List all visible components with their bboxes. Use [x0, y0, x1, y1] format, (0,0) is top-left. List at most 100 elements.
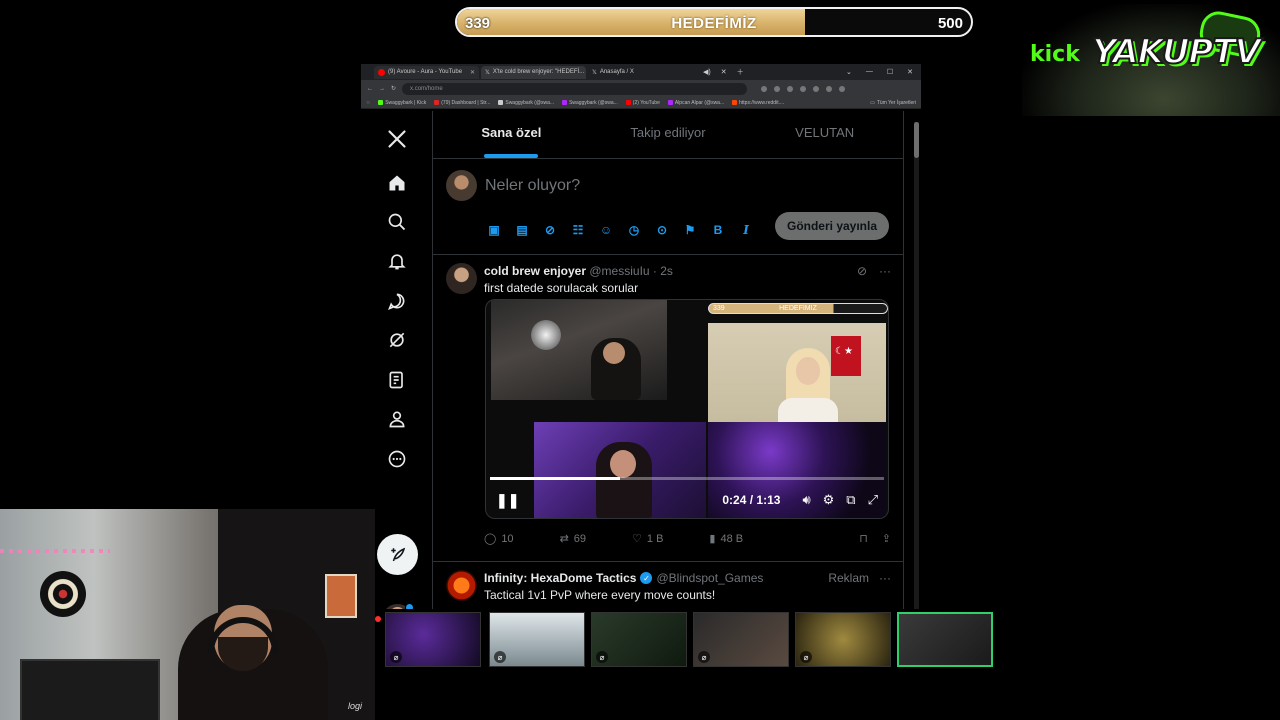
video-progress-bar[interactable]: [490, 477, 884, 480]
composer-input[interactable]: Neler oluyor?: [485, 177, 580, 195]
browser-tab-tweet[interactable]: 𝕏 X'te cold brew enjoyer: "HEDEFİ... ✕: [481, 65, 586, 79]
audio-icon[interactable]: ◀): [703, 68, 711, 76]
bookmarks-folder[interactable]: ▭ Tüm Yer İşaretleri: [870, 100, 916, 106]
lists-icon[interactable]: [386, 369, 408, 391]
notifications-bell-icon[interactable]: [386, 250, 408, 272]
location-icon[interactable]: ⊙: [653, 221, 671, 239]
back-icon[interactable]: ←: [367, 86, 373, 92]
bookmark-item[interactable]: https://www.reddit....: [732, 100, 784, 106]
participant-thumbnail-selected[interactable]: [897, 612, 993, 667]
extension-icon[interactable]: [813, 85, 820, 92]
search-icon[interactable]: [386, 211, 408, 233]
scrollbar-thumb[interactable]: [914, 122, 919, 158]
more-options-icon[interactable]: ···: [879, 264, 891, 278]
repost-button[interactable]: ⇄ 69: [560, 532, 586, 546]
participant-thumbnail[interactable]: ⌀: [385, 612, 481, 667]
participant-thumbnail[interactable]: ⌀: [693, 612, 789, 667]
emoji-icon[interactable]: ☺: [597, 221, 615, 239]
tab-following[interactable]: Takip ediliyor: [590, 111, 747, 158]
compose-post-button[interactable]: [377, 534, 418, 575]
bookmark-label: Swaggybark | Kick: [385, 99, 427, 106]
tab-velutan-list[interactable]: VELUTAN: [746, 111, 903, 158]
messages-icon[interactable]: [386, 290, 408, 312]
promoted-tweet[interactable]: Infinity: HexaDome Tactics ✓ @Blindspot_…: [433, 562, 903, 609]
avatar[interactable]: [446, 263, 477, 294]
views-button[interactable]: ▮ 48 B: [709, 532, 743, 546]
bookmark-item[interactable]: (79) Dashboard | Str...: [434, 100, 490, 106]
new-tab-icon[interactable]: ＋: [737, 67, 744, 77]
share-icon[interactable]: ⇪: [882, 532, 891, 545]
bookmark-item[interactable]: Swaggybark | Kick: [378, 100, 426, 106]
x-logo-icon[interactable]: [386, 128, 408, 150]
like-button[interactable]: ♡ 1 B: [632, 532, 664, 546]
picture-in-picture-icon[interactable]: ⧉: [846, 492, 855, 508]
tab-close-icon[interactable]: ✕: [721, 68, 727, 76]
forward-icon[interactable]: →: [379, 86, 385, 92]
more-options-icon[interactable]: ···: [879, 571, 891, 585]
mic-muted-icon: ⌀: [494, 651, 506, 663]
tweet-time[interactable]: · 2s: [653, 264, 673, 278]
page-scrollbar[interactable]: [914, 122, 919, 609]
bookmark-icon[interactable]: ⊓: [859, 532, 868, 545]
bookmark-star-icon[interactable]: [787, 85, 794, 92]
schedule-icon[interactable]: ◷: [625, 221, 643, 239]
video-duration: 1:13: [756, 493, 781, 507]
reply-button[interactable]: ◯ 10: [484, 532, 514, 546]
browser-tab-youtube[interactable]: (9) Avoure - Aura - YouTube ✕: [374, 65, 479, 79]
participant-thumbnail[interactable]: ⌀: [795, 612, 891, 667]
profile-icon[interactable]: [386, 408, 408, 430]
pause-icon[interactable]: ❚❚: [496, 492, 519, 509]
author-handle[interactable]: @Blindspot_Games: [656, 571, 763, 585]
minimize-icon[interactable]: —: [866, 68, 873, 76]
address-bar-row: ← → ↻ x.com/home: [361, 80, 921, 97]
maximize-icon[interactable]: ☐: [887, 68, 893, 76]
grok-icon[interactable]: [386, 329, 408, 351]
bookmark-favicon-icon: [562, 100, 568, 105]
author-name[interactable]: Infinity: HexaDome Tactics: [484, 571, 636, 585]
reload-icon[interactable]: ↻: [391, 85, 396, 92]
video-player[interactable]: 339 HEDEFİMİZ ❚❚ 0:24 / 1:13 🔊︎ ⚙ ⧉ ⤢: [485, 299, 889, 519]
grok-icon[interactable]: ⊘: [541, 221, 559, 239]
dropdown-icon[interactable]: ⌄: [846, 68, 852, 76]
browser-window: (9) Avoure - Aura - YouTube ✕ 𝕏 X'te col…: [361, 64, 921, 609]
home-icon[interactable]: [386, 172, 408, 194]
bookmark-favicon-icon: [434, 100, 440, 105]
close-window-icon[interactable]: ✕: [907, 68, 913, 76]
extension-icon[interactable]: [800, 85, 807, 92]
participant-thumbnail[interactable]: ⌀: [591, 612, 687, 667]
close-tab-icon[interactable]: ✕: [470, 69, 475, 76]
bookmark-item[interactable]: Alpcan Alpar (@swa...: [667, 100, 724, 106]
tweet[interactable]: cold brew enjoyer @messiuIu · 2s ⊘ ··· f…: [433, 255, 903, 562]
image-icon[interactable]: ▣: [485, 221, 503, 239]
like-count: 1 B: [646, 532, 664, 545]
more-icon[interactable]: [386, 448, 408, 470]
italic-icon[interactable]: I: [737, 221, 755, 239]
profile-icon[interactable]: [826, 85, 833, 92]
grok-icon[interactable]: ⊘: [857, 264, 867, 278]
apps-icon[interactable]: ⁙: [366, 100, 370, 106]
participant-thumbnail[interactable]: ⌀: [489, 612, 585, 667]
bookmark-item[interactable]: Swaggybark (@swa...: [562, 100, 618, 106]
url-field[interactable]: x.com/home: [402, 82, 748, 95]
fullscreen-icon[interactable]: ⤢: [868, 492, 878, 508]
bold-icon[interactable]: B: [709, 221, 727, 239]
tab-for-you[interactable]: Sana özel: [433, 111, 590, 158]
gif-icon[interactable]: ▤: [513, 221, 531, 239]
bookmark-favicon-icon: [667, 100, 673, 105]
post-button[interactable]: Gönderi yayınla: [775, 212, 889, 240]
author-handle[interactable]: @messiuIu: [589, 264, 649, 278]
author-name[interactable]: cold brew enjoyer: [484, 264, 586, 278]
flag-icon[interactable]: ⚑: [681, 221, 699, 239]
browser-tab-home[interactable]: 𝕏 Anasayfa / X: [588, 66, 693, 79]
avatar[interactable]: [446, 570, 477, 601]
video-goal-overlay: 339 HEDEFİMİZ: [708, 303, 888, 314]
tab-title: Anasayfa / X: [599, 69, 634, 75]
poll-icon[interactable]: ☷: [569, 221, 587, 239]
settings-gear-icon[interactable]: ⚙: [823, 492, 835, 508]
zoom-icon[interactable]: [761, 85, 768, 92]
cast-icon[interactable]: [774, 85, 781, 92]
bookmark-item[interactable]: (2) YouTube: [625, 100, 660, 106]
bookmark-item[interactable]: Swaggybark (@swa...: [498, 100, 554, 106]
menu-icon[interactable]: [839, 85, 846, 92]
volume-icon[interactable]: 🔊︎: [802, 492, 810, 508]
